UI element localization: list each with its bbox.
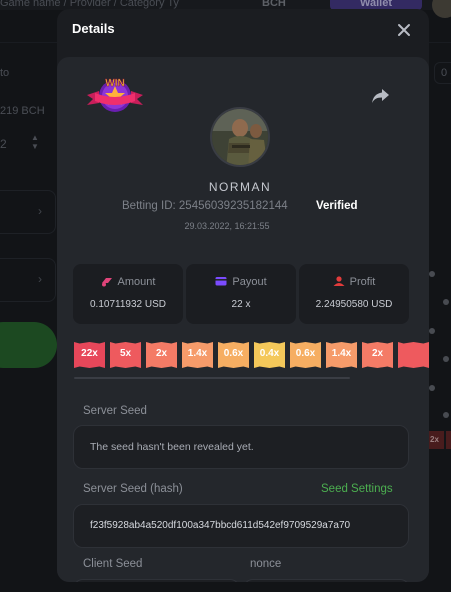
bet-date: 29.03.2022, 16:21:55 — [184, 221, 270, 231]
betting-id-label: Betting ID: — [122, 200, 176, 212]
stat-profit: Profit 2.24950580 USD — [299, 264, 409, 324]
player-username: NORMAN — [208, 180, 272, 194]
stat-profit-label: Profit — [349, 276, 376, 288]
nonce-field[interactable] — [243, 579, 410, 582]
details-modal: Details WIN NORMAN Betting ID: 254560392… — [57, 9, 429, 582]
win-badge-text: WIN — [105, 78, 124, 89]
stat-amount-label: Amount — [117, 276, 156, 288]
win-badge-icon: WIN — [85, 69, 145, 119]
close-button[interactable] — [397, 23, 411, 37]
stat-payout-value: 22 x — [231, 299, 251, 310]
multiplier-row: 22x 5x 2x 1.4x 0.6x 0.4x 0.6x 1.4x 2x — [74, 342, 429, 368]
modal-title: Details — [72, 21, 115, 36]
client-seed-field[interactable] — [73, 579, 240, 582]
nonce-label: nonce — [250, 558, 282, 570]
bet-details-card: WIN NORMAN Betting ID: 25456039235182144… — [57, 57, 429, 582]
betting-id-value: 25456039235182144 — [178, 200, 288, 212]
verified-badge: Verified — [316, 200, 358, 212]
close-icon — [398, 24, 410, 36]
stat-profit-header: Profit — [299, 275, 409, 288]
profit-icon — [333, 276, 345, 286]
stat-profit-value: 2.24950580 USD — [315, 299, 393, 310]
stat-amount-header: Amount — [73, 275, 183, 288]
share-icon — [372, 89, 389, 103]
player-avatar — [210, 107, 270, 167]
modal-header: Details — [57, 9, 429, 49]
amount-icon — [101, 278, 112, 287]
multiplier-chip: 2x — [146, 342, 177, 368]
multiplier-chip: 0.6x — [218, 342, 249, 368]
multiplier-chip: 0.4x — [254, 342, 285, 368]
multiplier-chip: 0.6x — [290, 342, 321, 368]
multiplier-chip: 5x — [110, 342, 141, 368]
multiplier-chip: 1.4x — [326, 342, 357, 368]
multiplier-chip — [398, 342, 429, 368]
multiplier-chip: 2x — [362, 342, 393, 368]
client-seed-label: Client Seed — [83, 558, 143, 570]
seed-settings-link[interactable]: Seed Settings — [321, 483, 393, 495]
wallet-icon — [215, 277, 227, 286]
share-button[interactable] — [371, 87, 391, 105]
stat-amount-value: 0.10711932 USD — [90, 299, 166, 310]
stat-payout-header: Payout — [186, 275, 296, 288]
server-seed-hash-label: Server Seed (hash) — [83, 483, 183, 495]
multiplier-chip: 1.4x — [182, 342, 213, 368]
server-seed-field[interactable]: The seed hasn't been revealed yet. — [73, 425, 409, 469]
server-seed-hash-field[interactable]: f23f5928ab4a520df100a347bbcd611d542ef970… — [73, 504, 409, 548]
stat-payout-label: Payout — [232, 276, 267, 288]
betting-id: Betting ID: 25456039235182144 — [122, 200, 288, 212]
server-seed-label: Server Seed — [83, 405, 147, 417]
stat-amount: Amount 0.10711932 USD — [73, 264, 183, 324]
multiplier-chip: 22x — [74, 342, 105, 368]
multiplier-scrollbar[interactable] — [74, 377, 350, 379]
stat-payout: Payout 22 x — [186, 264, 296, 324]
